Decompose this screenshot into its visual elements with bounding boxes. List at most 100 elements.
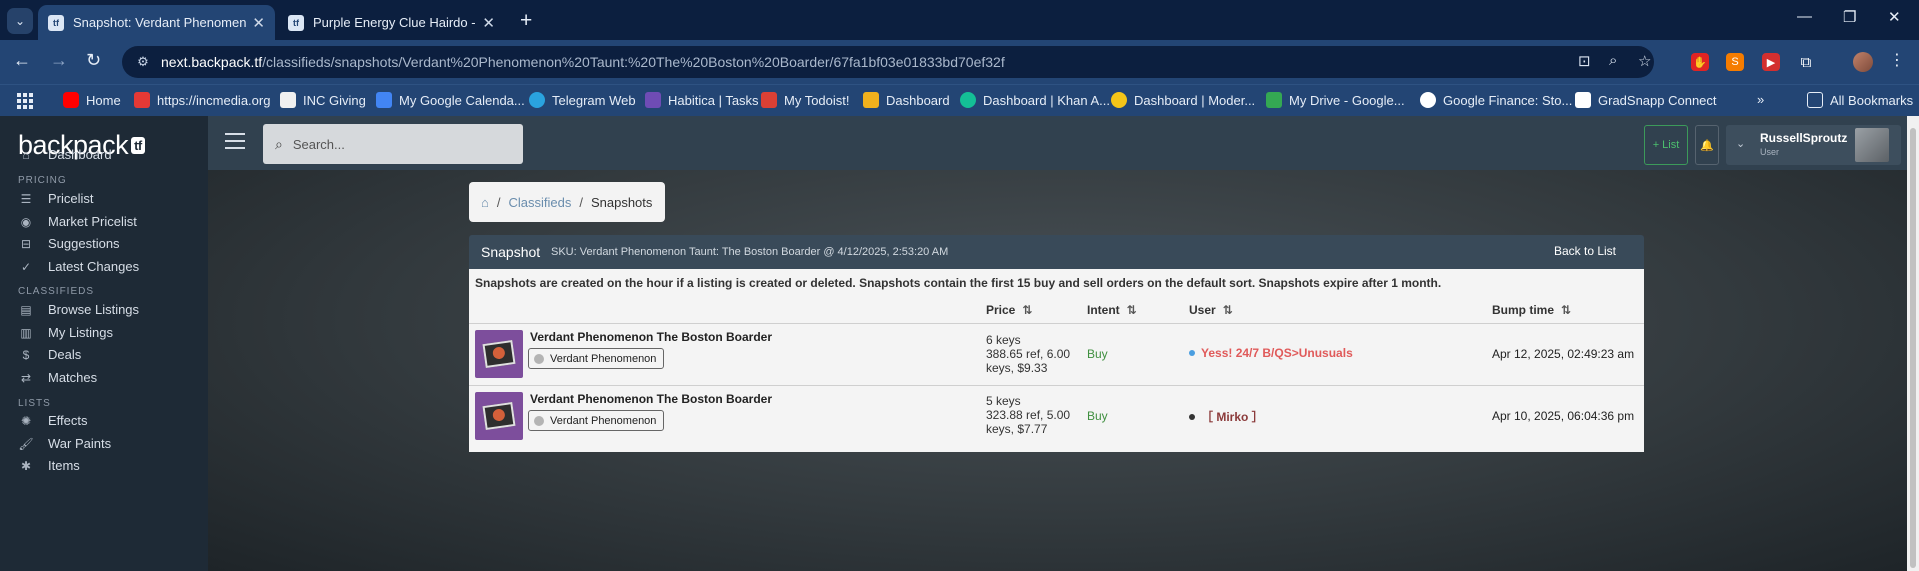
user-link[interactable]: Yess! 24/7 B/QS>Unusuals <box>1201 346 1353 360</box>
bookmark-dashboard[interactable]: Dashboard <box>863 92 950 108</box>
column-header-bump-time[interactable]: Bump time ⇅ <box>1492 303 1571 317</box>
khan-academy-icon <box>960 92 976 108</box>
back-arrow-icon[interactable]: ← <box>13 50 31 71</box>
bookmark-moderation[interactable]: Dashboard | Moder... <box>1111 92 1255 108</box>
bookmark-incmedia[interactable]: https://incmedia.org <box>134 92 270 108</box>
forward-arrow-icon[interactable]: → <box>50 50 68 71</box>
google-icon <box>1420 92 1436 108</box>
telegram-icon <box>529 92 545 108</box>
sidebar-item-market-pricelist[interactable]: ◉ Market Pricelist <box>18 214 137 229</box>
page-content: backpack tf ⌂ Dashboard PRICING ☰ Pricelis… <box>0 116 1919 571</box>
user-role: User <box>1760 147 1780 157</box>
item-image[interactable] <box>475 392 523 440</box>
extension-video-icon[interactable]: ▶ <box>1762 53 1780 71</box>
bookmark-google-calendar[interactable]: My Google Calenda... <box>376 92 525 108</box>
item-name[interactable]: Verdant Phenomenon The Boston Boarder <box>530 330 772 344</box>
bookmark-todoist[interactable]: My Todoist! <box>761 92 850 108</box>
extension-hand-icon[interactable]: ✋ <box>1691 53 1709 71</box>
browser-tab-strip: ⌄ tf Snapshot: Verdant Phenomenon ✕ tf P… <box>0 0 1919 40</box>
bookmark-khan-academy[interactable]: Dashboard | Khan A... <box>960 92 1110 108</box>
bookmark-google-drive[interactable]: My Drive - Google... <box>1266 92 1405 108</box>
snapshot-note: Snapshots are created on the hour if a l… <box>475 276 1442 290</box>
habitica-icon <box>645 92 661 108</box>
sidebar-item-dashboard[interactable]: ⌂ Dashboard <box>18 147 111 162</box>
close-window-icon[interactable]: ✕ <box>1888 8 1901 26</box>
extension-stackoverflow-icon[interactable]: S <box>1726 53 1744 71</box>
breadcrumb-classifieds[interactable]: Classifieds <box>508 195 571 210</box>
home-icon[interactable]: ⌂ <box>481 195 489 210</box>
sidebar-item-pricelist[interactable]: ☰ Pricelist <box>18 191 94 206</box>
snapshot-table: Snapshots are created on the hour if a l… <box>469 269 1644 452</box>
check-icon: ✓ <box>20 259 32 274</box>
price-cell: 6 keys 388.65 ref, 6.00 keys, $9.33 <box>986 333 1081 375</box>
item-name[interactable]: Verdant Phenomenon The Boston Boarder <box>530 392 772 406</box>
grid-list-icon: ▤ <box>20 302 32 317</box>
sidebar-item-my-listings[interactable]: ▥ My Listings <box>18 325 113 340</box>
sidebar-item-latest-changes[interactable]: ✓ Latest Changes <box>18 259 139 274</box>
table-row[interactable]: Verdant Phenomenon The Boston Boarder Ve… <box>469 385 1644 447</box>
breadcrumb-separator: / <box>496 194 501 210</box>
user-cell[interactable]: Yess! 24/7 B/QS>Unusuals <box>1189 346 1353 360</box>
panel-header: Snapshot SKU: Verdant Phenomenon Taunt: … <box>469 235 1644 269</box>
apps-grid-icon[interactable] <box>17 93 33 109</box>
bookmark-inc-giving[interactable]: INC Giving <box>280 92 366 108</box>
column-header-intent[interactable]: Intent ⇅ <box>1087 303 1137 317</box>
sidebar-item-deals[interactable]: $ Deals <box>18 347 82 362</box>
notification-bell-icon[interactable]: 🔔 <box>1695 125 1719 165</box>
item-image[interactable] <box>475 330 523 378</box>
paintbrush-icon: 🖌 <box>18 436 34 451</box>
add-listing-button[interactable]: + List <box>1644 125 1688 165</box>
minimize-icon[interactable]: — <box>1797 8 1812 25</box>
sidebar-item-items[interactable]: ✱ Items <box>18 458 80 473</box>
sidebar-item-browse-listings[interactable]: ▤ Browse Listings <box>18 302 139 317</box>
steam-icon: ◉ <box>20 214 32 229</box>
profile-avatar-icon[interactable] <box>1853 52 1873 72</box>
tab-purple-energy[interactable]: tf Purple Energy Clue Hairdo - ba ✕ <box>278 5 505 40</box>
search-box[interactable]: ⌕ <box>263 124 523 164</box>
bookmark-habitica[interactable]: Habitica | Tasks <box>645 92 759 108</box>
folder-icon <box>1807 92 1823 108</box>
tab-snapshot[interactable]: tf Snapshot: Verdant Phenomenon ✕ <box>38 5 275 40</box>
sort-icon: ⇅ <box>1022 303 1033 317</box>
bookmark-google-finance[interactable]: Google Finance: Sto... <box>1420 92 1572 108</box>
sidebar-item-war-paints[interactable]: 🖌 War Paints <box>18 436 111 451</box>
breadcrumb-snapshots: Snapshots <box>590 194 653 210</box>
bookmark-telegram[interactable]: Telegram Web <box>529 92 636 108</box>
scrollbar-thumb[interactable] <box>1910 128 1916 568</box>
price-keys: 6 keys <box>986 333 1021 347</box>
restore-icon[interactable]: ❐ <box>1843 8 1856 26</box>
sidebar-item-suggestions[interactable]: ⊟ Suggestions <box>18 236 120 251</box>
bookmark-gradsnapp[interactable]: GradSnapp Connect <box>1575 92 1717 108</box>
gradsnapp-icon <box>1575 92 1591 108</box>
sort-icon: ⇅ <box>1561 303 1572 317</box>
user-cell[interactable]: ［ Mirko ］ <box>1189 408 1264 425</box>
extensions-puzzle-icon[interactable]: ⧉ <box>1797 53 1815 71</box>
zoom-icon[interactable]: ⌕ <box>1609 52 1617 69</box>
all-bookmarks[interactable]: All Bookmarks <box>1807 92 1913 108</box>
bookmark-home[interactable]: Home <box>63 92 121 108</box>
site-info-icon[interactable]: ⚙ <box>133 52 153 72</box>
reload-icon[interactable]: ↻ <box>86 50 101 71</box>
google-drive-icon <box>1266 92 1282 108</box>
column-header-price[interactable]: Price ⇅ <box>986 303 1032 317</box>
tab-search-icon[interactable]: ⌄ <box>7 8 33 34</box>
hamburger-menu-icon[interactable] <box>225 133 245 149</box>
more-bookmarks-icon[interactable]: » <box>1757 92 1764 107</box>
url-text: next.backpack.tf/classifieds/snapshots/V… <box>161 54 1005 70</box>
new-tab-icon[interactable]: + <box>520 9 532 33</box>
close-tab-icon[interactable]: ✕ <box>252 14 265 32</box>
close-tab-icon[interactable]: ✕ <box>482 14 495 32</box>
install-app-icon[interactable]: ⊡ <box>1578 52 1591 70</box>
bookmark-star-icon[interactable]: ☆ <box>1638 52 1651 70</box>
user-link[interactable]: ［ Mirko ］ <box>1201 408 1264 425</box>
search-input[interactable] <box>292 136 493 152</box>
column-header-user[interactable]: User ⇅ <box>1189 303 1233 317</box>
back-to-list-link[interactable]: Back to List <box>1554 244 1616 258</box>
menu-kebab-icon[interactable]: ⋮ <box>1889 50 1905 70</box>
sidebar-item-effects[interactable]: ✺ Effects <box>18 413 88 428</box>
table-row[interactable]: Verdant Phenomenon The Boston Boarder Ve… <box>469 323 1644 385</box>
address-bar[interactable]: ⚙ next.backpack.tf/classifieds/snapshots… <box>122 46 1654 78</box>
user-menu[interactable]: ⌄ RussellSproutz User <box>1726 125 1901 165</box>
sidebar-item-matches[interactable]: ⇄ Matches <box>18 370 97 385</box>
inbox-icon: ⊟ <box>20 236 32 251</box>
